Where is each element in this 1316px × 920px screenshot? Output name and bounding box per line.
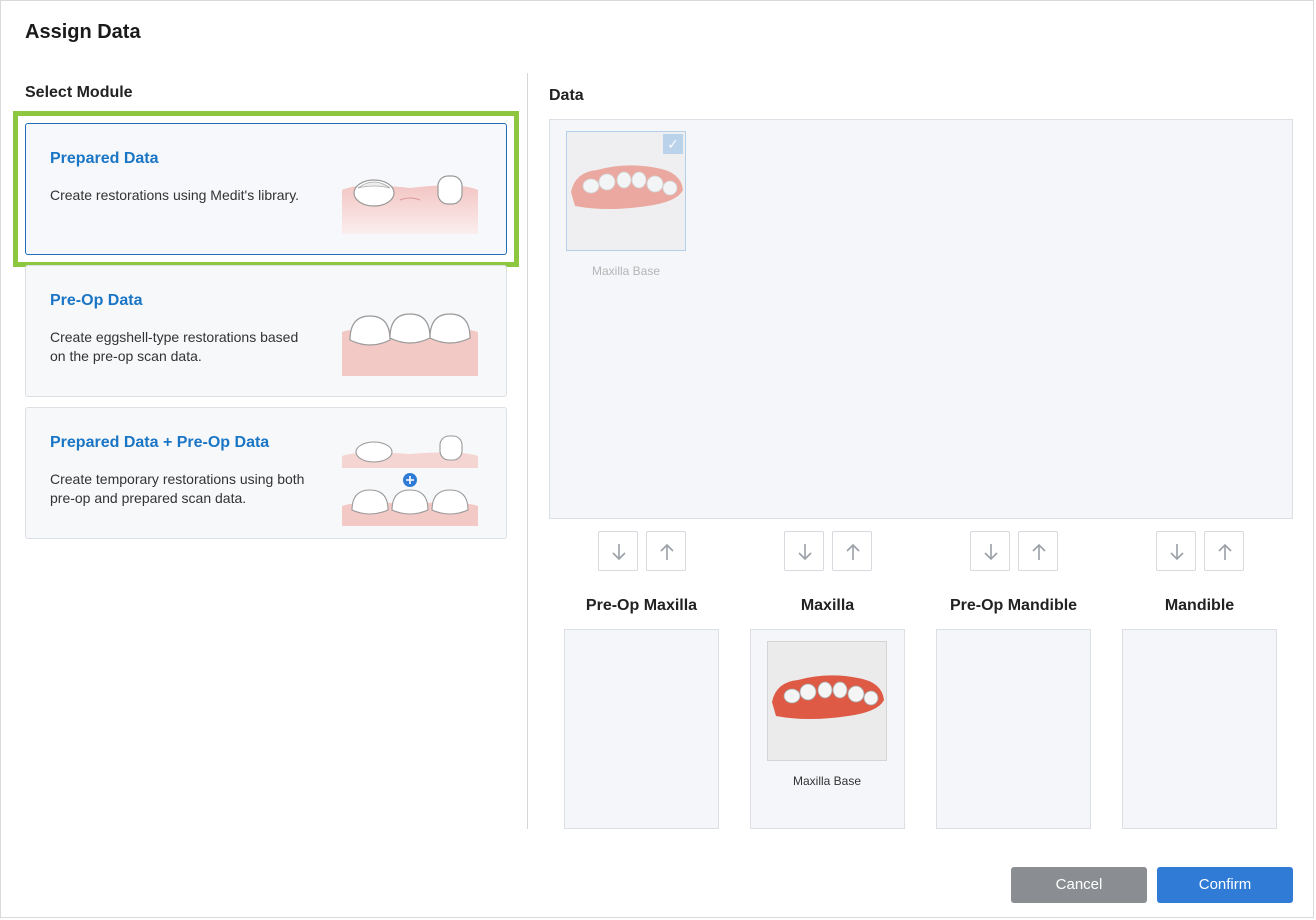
move-down-button-maxilla[interactable] (784, 531, 824, 571)
data-pool[interactable]: ✓ Maxilla Base (549, 119, 1293, 519)
slot-thumbnail-maxilla-base[interactable] (767, 641, 887, 761)
move-up-button-maxilla[interactable] (832, 531, 872, 571)
arrow-up-icon (660, 543, 674, 560)
move-up-button-pre-op-mandible[interactable] (1018, 531, 1058, 571)
module-title: Prepared Data (50, 150, 159, 167)
move-down-button-mandible[interactable] (1156, 531, 1196, 571)
dialog-title: Assign Data (25, 21, 141, 43)
slot-pre-op-mandible[interactable] (936, 629, 1091, 829)
assign-data-dialog: Assign Data Select Module Prepared Data … (0, 0, 1314, 918)
move-up-button-pre-op-maxilla[interactable] (646, 531, 686, 571)
prepared-teeth-illustration (342, 175, 478, 234)
data-title: Data (549, 87, 584, 104)
module-title: Pre-Op Data (50, 292, 143, 309)
slot-maxilla[interactable]: Maxilla Base (750, 629, 905, 829)
data-thumbnail-label: Maxilla Base (591, 264, 661, 278)
move-down-button-pre-op-maxilla[interactable] (598, 531, 638, 571)
module-description: Create eggshell-type restorations based … (50, 329, 299, 364)
combined-teeth-illustration (342, 435, 478, 526)
select-module-title: Select Module (25, 84, 133, 101)
slot-title-maxilla: Maxilla (800, 597, 855, 614)
arrow-down-icon (798, 544, 812, 561)
slot-pre-op-maxilla[interactable] (564, 629, 719, 829)
confirm-button[interactable]: Confirm (1157, 867, 1293, 903)
arrow-down-icon (984, 544, 998, 561)
module-description: Create temporary restorations using both… (50, 471, 305, 506)
module-card-prepared-data[interactable]: Prepared Data Create restorations using … (25, 123, 507, 255)
pre-op-teeth-illustration (342, 313, 478, 376)
slot-mandible[interactable] (1122, 629, 1277, 829)
panel-divider (527, 73, 528, 829)
slot-thumbnail-label: Maxilla Base (792, 774, 862, 788)
slot-title-pre-op-maxilla: Pre-Op Maxilla (585, 597, 698, 614)
data-thumbnail-maxilla-base[interactable]: ✓ (566, 131, 686, 251)
arrow-down-icon (1170, 544, 1184, 561)
cancel-button[interactable]: Cancel (1011, 867, 1147, 903)
slot-title-mandible: Mandible (1164, 597, 1235, 614)
module-card-pre-op-data[interactable]: Pre-Op Data Create eggshell-type restora… (25, 265, 507, 397)
move-up-button-mandible[interactable] (1204, 531, 1244, 571)
arrow-up-icon (846, 543, 860, 560)
slot-title-pre-op-mandible: Pre-Op Mandible (949, 597, 1078, 614)
checkmark-icon: ✓ (663, 134, 683, 154)
arrow-up-icon (1032, 543, 1046, 560)
module-description: Create restorations using Medit's librar… (50, 187, 300, 203)
module-card-prepared-plus-pre-op[interactable]: Prepared Data + Pre-Op Data Create tempo… (25, 407, 507, 539)
arrow-up-icon (1218, 543, 1232, 560)
maxilla-scan-image (772, 675, 884, 719)
module-title: Prepared Data + Pre-Op Data (50, 434, 270, 451)
move-down-button-pre-op-mandible[interactable] (970, 531, 1010, 571)
arrow-down-icon (612, 544, 626, 561)
